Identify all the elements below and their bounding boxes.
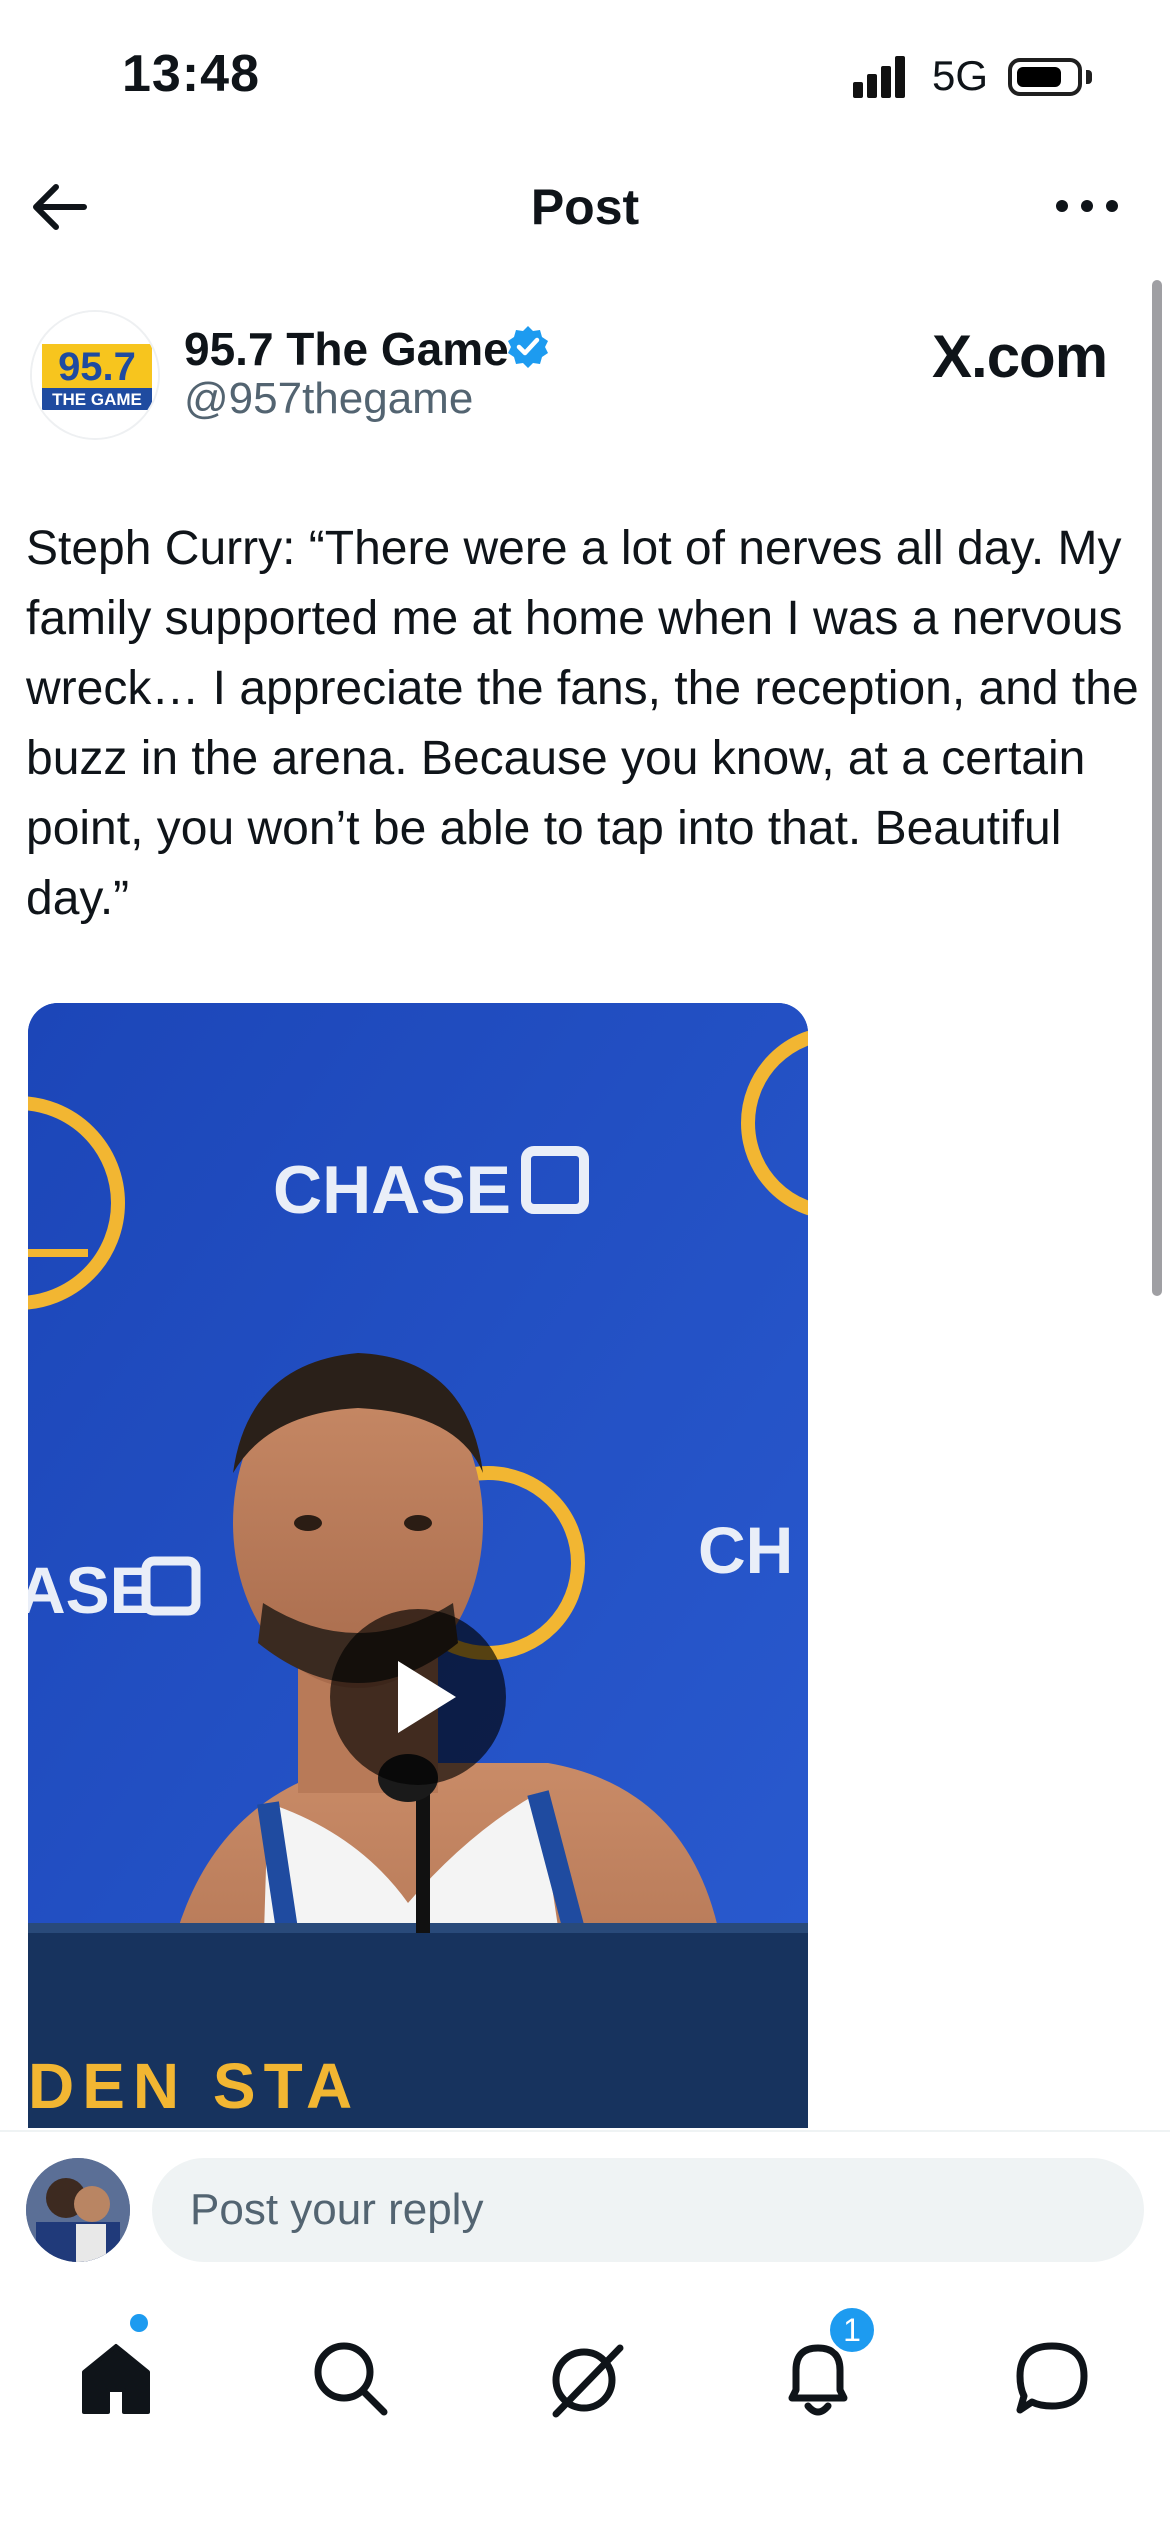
- notification-count-badge: 1: [826, 2304, 878, 2356]
- svg-text:CHASE: CHASE: [273, 1152, 511, 1228]
- source-badge: X.com: [932, 323, 1108, 390]
- video-frame: CHASE CH ASE DEN STA: [28, 1003, 808, 2128]
- svg-text:THE GAME: THE GAME: [52, 390, 142, 409]
- post-header: Post: [0, 150, 1170, 262]
- play-icon[interactable]: [330, 1609, 506, 1785]
- author-handle[interactable]: @957thegame: [184, 374, 473, 424]
- station-logo: 95.7 THE GAME: [32, 312, 158, 438]
- home-icon[interactable]: [66, 2328, 166, 2428]
- status-bar: 13:48 5G: [0, 0, 1170, 150]
- network-type: 5G: [932, 52, 989, 99]
- battery-tip: [1086, 70, 1092, 84]
- author-avatar[interactable]: 95.7 THE GAME: [30, 310, 160, 440]
- messages-icon[interactable]: [1002, 2328, 1102, 2428]
- svg-text:CH: CH: [698, 1513, 793, 1587]
- screen: 13:48 5G Post 95.7 THE GAME 95.7 The Gam…: [0, 0, 1170, 2532]
- verified-badge-icon: [508, 326, 548, 368]
- post-text: Steph Curry: “There were a lot of nerves…: [26, 522, 1139, 925]
- user-avatar[interactable]: [26, 2158, 130, 2262]
- author-display-name[interactable]: 95.7 The Game: [184, 322, 509, 376]
- svg-text:95.7: 95.7: [58, 345, 136, 389]
- battery-icon: [1008, 58, 1082, 96]
- reply-input[interactable]: [152, 2158, 1144, 2262]
- grok-icon[interactable]: [534, 2328, 634, 2428]
- home-indicator-dot: [130, 2314, 148, 2332]
- video-thumbnail[interactable]: CHASE CH ASE DEN STA: [28, 1003, 808, 2128]
- search-icon[interactable]: [300, 2328, 400, 2428]
- page-title: Post: [530, 179, 640, 235]
- signal-icon: [853, 56, 905, 98]
- svg-text:DEN STA: DEN STA: [28, 2050, 360, 2122]
- status-time: 13:48: [122, 45, 260, 103]
- bottom-nav: 1: [0, 2290, 1170, 2532]
- more-options-icon[interactable]: [1050, 176, 1124, 236]
- reply-bar: [0, 2130, 1170, 2290]
- svg-text:ASE: ASE: [28, 1553, 154, 1627]
